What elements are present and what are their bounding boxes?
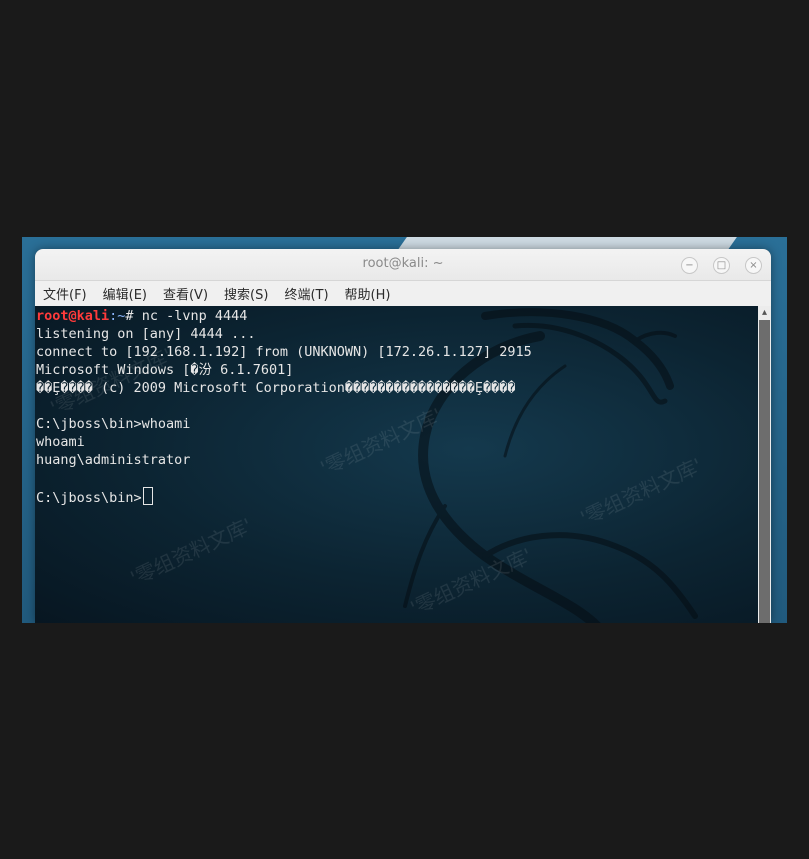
output-line: connect to [192.168.1.192] from (UNKNOWN…	[36, 344, 532, 360]
terminal-area[interactable]: '零组资料文库' '零组资料文库' '零组资料文库' '零组资料文库' '零组资…	[35, 306, 758, 623]
menu-file[interactable]: 文件(F)	[43, 284, 87, 303]
close-button[interactable]: ×	[745, 257, 762, 274]
output-line: huang\administrator	[36, 452, 191, 468]
minimize-button[interactable]: −	[681, 257, 698, 274]
command-text: nc -lvnp 4444	[133, 308, 248, 324]
current-prompt: C:\jboss\bin>	[36, 490, 142, 506]
output-line: listening on [any] 4444 ...	[36, 326, 256, 342]
scroll-up-icon[interactable]: ▴	[758, 307, 771, 318]
prompt-symbol: #	[125, 308, 134, 324]
menu-search[interactable]: 搜索(S)	[224, 284, 268, 303]
menu-view[interactable]: 查看(V)	[163, 284, 208, 303]
title-bar[interactable]: root@kali: ~ − □ ×	[35, 249, 771, 281]
window-title: root@kali: ~	[362, 256, 444, 271]
menu-edit[interactable]: 编辑(E)	[103, 284, 147, 303]
menu-bar: 文件(F) 编辑(E) 查看(V) 搜索(S) 终端(T) 帮助(H)	[35, 281, 771, 307]
text-cursor[interactable]	[142, 487, 153, 505]
menu-terminal[interactable]: 终端(T)	[284, 284, 328, 303]
close-icon: ×	[749, 259, 758, 271]
watermark-text: '零组资料文库'	[126, 513, 256, 591]
output-line: C:\jboss\bin>whoami	[36, 416, 191, 432]
vertical-scrollbar[interactable]: ▴	[758, 306, 771, 623]
prompt-user: root@kali	[36, 308, 110, 324]
terminal-window[interactable]: root@kali: ~ − □ × 文件(F) 编辑(E) 查看(V) 搜索(…	[35, 249, 771, 623]
terminal-output: root@kali:~# nc -lvnp 4444 listening on …	[36, 307, 532, 507]
output-line: Microsoft Windows [�汾 6.1.7601]	[36, 362, 294, 378]
output-line: ��Ȩ���� (c) 2009 Microsoft Corporation��…	[36, 380, 516, 396]
screenshot-frame: root@kali: ~ − □ × 文件(F) 编辑(E) 查看(V) 搜索(…	[22, 237, 787, 623]
minimize-icon: −	[685, 259, 694, 271]
scrollbar-thumb[interactable]	[759, 320, 770, 623]
maximize-icon: □	[716, 259, 727, 271]
maximize-button[interactable]: □	[713, 257, 730, 274]
menu-help[interactable]: 帮助(H)	[345, 284, 391, 303]
prompt-path: :~	[109, 308, 126, 324]
output-line: whoami	[36, 434, 85, 450]
